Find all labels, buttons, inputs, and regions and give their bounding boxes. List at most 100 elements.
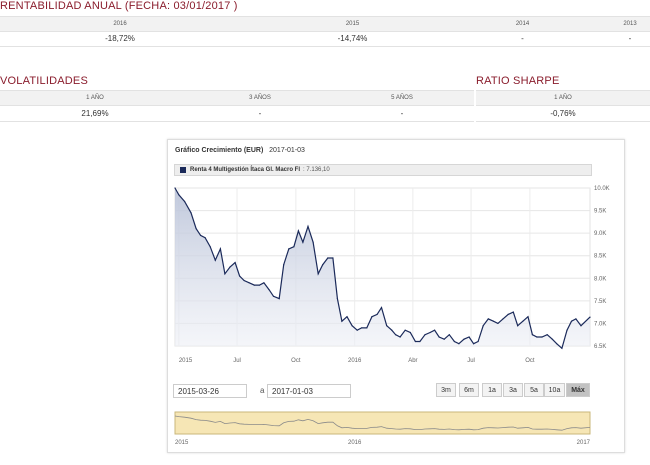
rentabilidad-value-2013: -: [628, 34, 632, 43]
series-point: [570, 320, 573, 322]
series-point: [443, 338, 445, 340]
range-button-3m[interactable]: 3m: [436, 383, 456, 397]
rentabilidad-header-row: 2016 2015 2014 2013: [0, 16, 650, 32]
volatilidades-header-3y: 3 AÑOS: [249, 95, 271, 101]
series-point: [253, 284, 255, 286]
series-point: [239, 275, 241, 277]
chart-date: 2017-01-03: [269, 147, 305, 154]
series-point: [589, 316, 591, 318]
sharpe-header-1y: 1 AÑO: [554, 95, 572, 101]
rentabilidad-value-row: -18,72% -14,74% - -: [0, 31, 650, 47]
series-point: [468, 336, 470, 338]
volatilidades-header-row: 1 AÑO 3 AÑOS 5 AÑOS: [0, 90, 474, 106]
volatilidades-header-1y: 1 AÑO: [86, 95, 104, 101]
chart-title: Gráfico Crecimiento (EUR) 2017-01-03: [175, 147, 305, 154]
series-point: [473, 343, 475, 345]
chart-legend[interactable]: Renta 4 Multigestión Ítaca Gl. Macro FI …: [174, 164, 592, 176]
range-button-6m[interactable]: 6m: [459, 383, 479, 397]
series-point: [376, 313, 378, 315]
growth-chart[interactable]: 6.5K 7.0K 7.5K 8.0K 8.5K 9.0K 9.5K 10.0K 2015 Jul…: [168, 180, 624, 370]
series-point: [380, 307, 383, 309]
series-point: [200, 234, 202, 236]
series-point: [307, 225, 309, 227]
series-point: [517, 325, 519, 327]
range-button-3a[interactable]: 3a: [503, 383, 523, 397]
series-point: [414, 340, 416, 343]
series-point: [527, 316, 529, 318]
series-point: [395, 334, 397, 336]
series-point: [492, 320, 494, 322]
series-point: [278, 298, 280, 300]
series-point: [268, 289, 270, 291]
series-point: [546, 334, 548, 336]
sharpe-header-row: 1 AÑO: [476, 90, 650, 106]
series-point: [453, 340, 455, 343]
series-point: [297, 230, 299, 232]
growth-chart-panel: Gráfico Crecimiento (EUR) 2017-01-03 Ren…: [167, 139, 625, 453]
y-tick-label: 9.5K: [594, 209, 606, 215]
sharpe-value-row: -0,76%: [476, 106, 650, 122]
volatilidades-header-5y: 5 AÑOS: [391, 95, 413, 101]
series-point: [224, 273, 226, 275]
series-point: [522, 320, 524, 322]
series-point: [561, 347, 563, 349]
date-separator: a: [260, 386, 265, 395]
series-point: [272, 295, 275, 297]
series-point: [448, 334, 450, 336]
series-point: [243, 279, 245, 282]
rentabilidad-value-2016: -18,72%: [105, 34, 135, 43]
series-point: [336, 298, 338, 300]
date-from-input[interactable]: 2015-03-26: [173, 384, 247, 398]
x-tick-label: Jul: [233, 358, 241, 364]
series-point: [566, 329, 568, 331]
range-button-10a[interactable]: 10a: [544, 383, 565, 397]
series-point: [263, 282, 265, 284]
series-point: [487, 318, 489, 320]
series-point: [502, 318, 504, 320]
x-tick-label: Oct: [525, 358, 535, 364]
series-point: [556, 343, 558, 345]
series-point: [322, 264, 324, 266]
range-button-1a[interactable]: 1a: [482, 383, 502, 397]
range-button-5a[interactable]: 5a: [524, 383, 544, 397]
series-point: [178, 194, 180, 196]
series-point: [317, 273, 319, 275]
series-point: [482, 325, 484, 327]
series-point: [229, 266, 231, 268]
navigator-tick-label: 2016: [348, 440, 362, 446]
legend-swatch: [180, 167, 186, 173]
volatilidades-value-3y: -: [258, 109, 262, 118]
volatilidades-value-1y: 21,69%: [81, 109, 109, 118]
volatilidades-title: VOLATILIDADES: [0, 75, 88, 87]
series-point: [293, 246, 295, 248]
chart-title-text: Gráfico Crecimiento (EUR): [175, 147, 264, 154]
series-point: [575, 318, 577, 320]
series-point: [312, 241, 314, 243]
series-point: [361, 327, 363, 329]
series-point: [391, 329, 393, 331]
navigator-tick-label: 2015: [175, 440, 189, 446]
volatilidades-value-row: 21,69% - -: [0, 106, 474, 122]
series-point: [302, 241, 304, 243]
series-point: [371, 316, 373, 318]
series-point: [424, 334, 426, 336]
series-point: [458, 343, 460, 345]
series-point: [351, 325, 353, 327]
series-point: [463, 338, 465, 340]
series-point: [219, 248, 221, 250]
series-point: [248, 282, 250, 284]
date-to-input[interactable]: 2017-01-03: [267, 384, 351, 398]
rentabilidad-value-2015: -14,74%: [337, 34, 368, 43]
navigator-chart[interactable]: 2015 2016 2017: [168, 408, 624, 450]
series-point: [429, 331, 431, 334]
series-point: [438, 336, 440, 338]
series-point: [204, 237, 206, 239]
series-point: [386, 325, 388, 327]
series-point: [184, 200, 186, 203]
range-button-max[interactable]: Máx: [566, 383, 590, 397]
series-point: [356, 329, 358, 331]
rentabilidad-title: RENTABILIDAD ANUAL (FECHA: 03/01/2017 ): [0, 0, 238, 12]
series-point: [366, 327, 368, 329]
series-point: [477, 340, 479, 343]
y-tick-label: 10.0K: [594, 186, 610, 192]
